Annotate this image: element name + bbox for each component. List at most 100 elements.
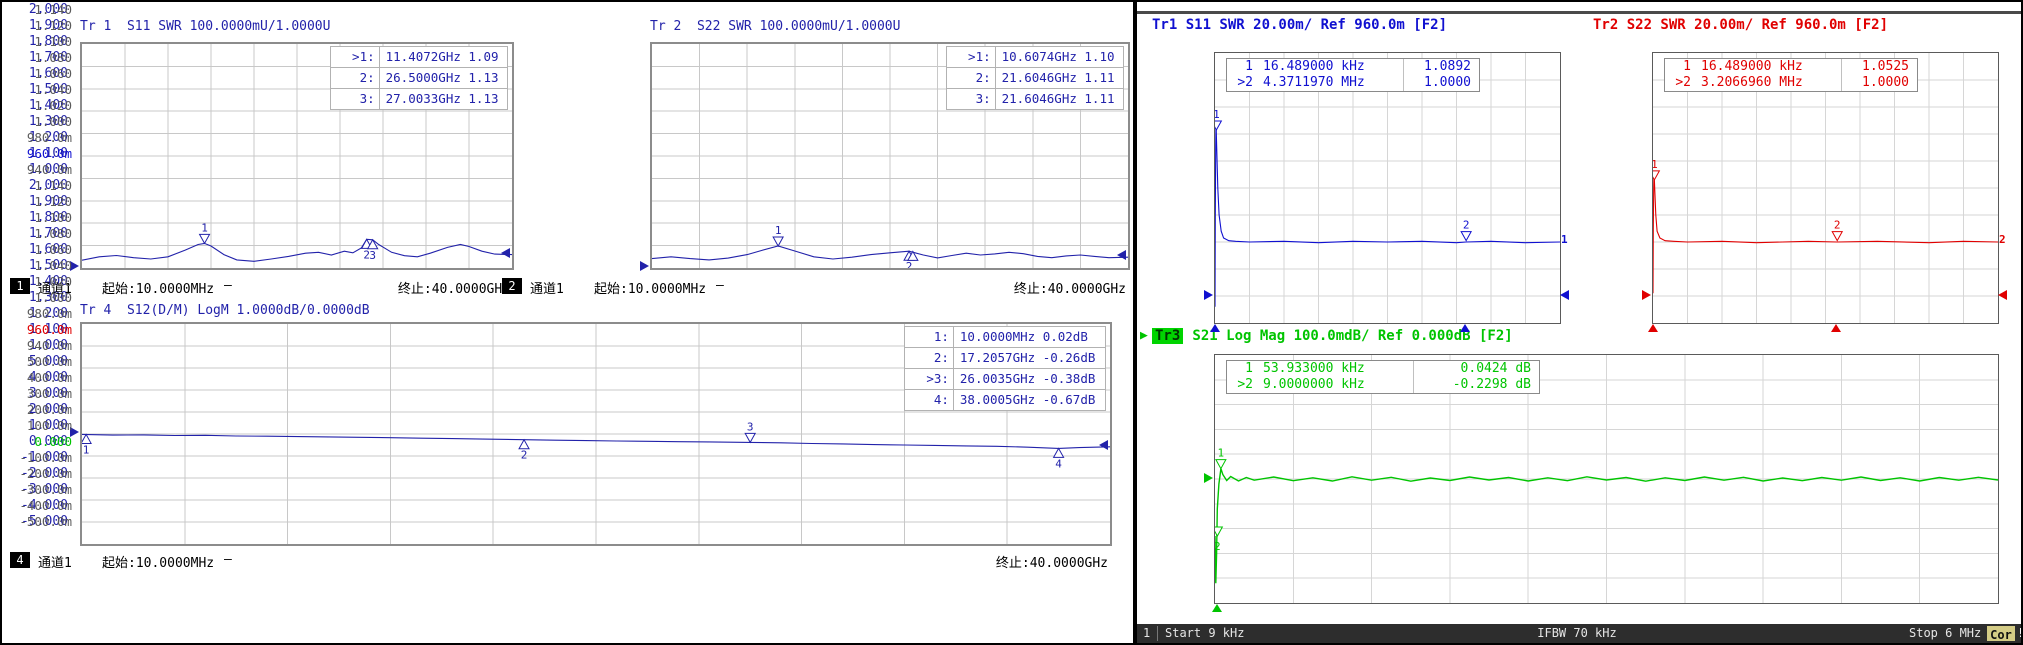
y-axis-tick-label: 940.0m	[2, 338, 72, 354]
y-axis-tick-label: 1.020	[2, 274, 72, 290]
y-axis-tick-label: 960.0m	[2, 322, 72, 338]
y-axis-tick-label: -100.0m	[2, 450, 72, 466]
tr1-title[interactable]: Tr1 S11 SWR 20.00m/ Ref 960.0m [F2]	[1152, 17, 1447, 33]
y-axis-tick-label: 1.060	[2, 242, 72, 258]
y-axis-tick-label: -400.0m	[2, 498, 72, 514]
y-axis-tick-label: 0.000	[2, 434, 72, 450]
y-axis-tick-label: 1.060	[2, 66, 72, 82]
marker-axis-position-icon	[1460, 324, 1470, 332]
marker-box-row: 153.933000 kHz0.0424 dB	[1227, 361, 1539, 377]
y-axis-tick-label: 1.100	[2, 34, 72, 50]
alert-indicator: !	[2017, 624, 2023, 643]
trace-marker-number: 2	[1463, 219, 1470, 232]
marker-value: -0.2298 dB	[1413, 377, 1539, 393]
vna-dual-screenshot: Tr 1 S11 SWR 100.0000mU/1.0000U Tr 2 S22…	[0, 0, 2023, 645]
reference-level-arrow-icon	[1560, 290, 1569, 300]
trace-number-label: 2	[1999, 233, 2006, 246]
y-axis-tick-label: 1.120	[2, 18, 72, 34]
y-axis-tick-label: 1.140	[2, 178, 72, 194]
trace-marker-triangle-icon	[1215, 121, 1221, 130]
reference-level-arrow-icon	[1204, 473, 1213, 483]
marker-frequency: 53.933000 kHz	[1255, 361, 1413, 377]
y-axis-tick-label: 200.0m	[2, 402, 72, 418]
active-trace-pointer-icon: ▶	[1140, 328, 1148, 343]
trace-marker-number: 2	[1834, 219, 1841, 232]
trace-marker-triangle-icon	[1653, 171, 1659, 180]
y-axis-tick-label: -200.0m	[2, 466, 72, 482]
y-axis-tick-label: 1.100	[2, 210, 72, 226]
trace-marker-number: 1	[1653, 158, 1658, 171]
y-axis-tick-label: 100.0m	[2, 418, 72, 434]
y-axis-tick-label: 1.040	[2, 82, 72, 98]
y-axis-tick-label: 940.0m	[2, 162, 72, 178]
y-axis-tick-label: 1.000	[2, 290, 72, 306]
marker-frequency: 16.489000 kHz	[1693, 59, 1841, 75]
marker-frequency: 4.3711970 MHz	[1255, 75, 1403, 91]
tr2-title[interactable]: Tr2 S22 SWR 20.00m/ Ref 960.0m [F2]	[1593, 17, 1888, 33]
correction-status-badge: Cor	[1987, 626, 2015, 641]
marker-axis-position-icon	[1831, 324, 1841, 332]
marker-value: 0.0424 dB	[1413, 361, 1539, 377]
y-axis-tick-label: -500.0m	[2, 514, 72, 530]
trace-marker-triangle-icon	[1216, 460, 1226, 469]
y-axis-tick-label: 300.0m	[2, 386, 72, 402]
y-axis-tick-label: 980.0m	[2, 306, 72, 322]
marker-number: 1	[1227, 59, 1255, 75]
tr3-marker-info-box: 153.933000 kHz0.0424 dB>29.0000000 kHz-0…	[1226, 360, 1540, 394]
status-ifbw[interactable]: IFBW 70 kHz	[1477, 624, 1677, 643]
status-stop-frequency[interactable]: Stop 6 MHz	[1909, 624, 1981, 643]
reference-level-arrow-icon	[1204, 290, 1213, 300]
y-axis-tick-label: 1.040	[2, 258, 72, 274]
marker-value: 1.0525	[1841, 59, 1917, 75]
right-analyzer-screen: Tr1 S11 SWR 20.00m/ Ref 960.0m [F2] Tr2 …	[2, 2, 2021, 643]
y-axis-tick-label: -300.0m	[2, 482, 72, 498]
marker-box-row: >24.3711970 MHz1.0000	[1227, 75, 1479, 91]
y-axis-tick-label: 1.140	[2, 2, 72, 18]
y-axis-tick-label: 980.0m	[2, 130, 72, 146]
tr3-badge[interactable]: Tr3	[1152, 328, 1183, 344]
status-divider	[1157, 626, 1158, 641]
trace-marker-number: 2	[1215, 540, 1221, 553]
marker-axis-position-icon	[1648, 324, 1658, 332]
right-s22-swr-plot[interactable]: 12	[1652, 52, 1999, 324]
marker-frequency: 16.489000 kHz	[1255, 59, 1403, 75]
trace-marker-triangle-icon	[1461, 232, 1471, 241]
marker-frequency: 3.2066960 MHz	[1693, 75, 1841, 91]
status-channel-number: 1	[1143, 624, 1150, 643]
marker-frequency: 9.0000000 kHz	[1255, 377, 1413, 393]
status-start-frequency[interactable]: Start 9 kHz	[1165, 624, 1244, 643]
marker-box-row: 116.489000 kHz1.0892	[1227, 59, 1479, 75]
marker-box-row: 116.489000 kHz1.0525	[1665, 59, 1917, 75]
marker-value: 1.0000	[1403, 75, 1479, 91]
trace-marker-triangle-icon	[1832, 232, 1842, 241]
marker-box-row: >23.2066960 MHz1.0000	[1665, 75, 1917, 91]
trace-marker-number: 1	[1218, 447, 1225, 460]
status-bar: 1 Start 9 kHz IFBW 70 kHz Stop 6 MHz Cor…	[1137, 624, 2021, 643]
marker-number: 1	[1227, 361, 1255, 377]
reference-level-arrow-icon	[1998, 290, 2007, 300]
trace-marker-triangle-icon	[1215, 527, 1222, 536]
trace-number-label: 1	[1561, 233, 1568, 246]
tr1-marker-info-box: 116.489000 kHz1.0892>24.3711970 MHz1.000…	[1226, 58, 1480, 92]
plot-grid-and-trace: 12	[1653, 53, 1998, 323]
y-axis-tick-label: 500.0m	[2, 354, 72, 370]
y-axis-tick-label: 1.020	[2, 98, 72, 114]
marker-number: >2	[1227, 75, 1255, 91]
y-axis-tick-label: 1.080	[2, 50, 72, 66]
y-axis-tick-label: 1.120	[2, 194, 72, 210]
right-s11-swr-plot[interactable]: 12	[1214, 52, 1561, 324]
reference-level-arrow-icon	[1642, 290, 1651, 300]
marker-value: 1.0892	[1403, 59, 1479, 75]
marker-number: 1	[1665, 59, 1693, 75]
marker-axis-position-icon	[1212, 604, 1222, 612]
plot-grid-and-trace: 12	[1215, 53, 1560, 323]
marker-number: >2	[1227, 377, 1255, 393]
marker-number: >2	[1665, 75, 1693, 91]
marker-value: 1.0000	[1841, 75, 1917, 91]
y-axis-tick-label: 1.080	[2, 226, 72, 242]
trace-marker-number: 1	[1215, 108, 1220, 121]
marker-box-row: >29.0000000 kHz-0.2298 dB	[1227, 377, 1539, 393]
y-axis-tick-label: 400.0m	[2, 370, 72, 386]
right-screen-top-border	[1137, 11, 2021, 14]
marker-axis-position-icon	[1210, 324, 1220, 332]
